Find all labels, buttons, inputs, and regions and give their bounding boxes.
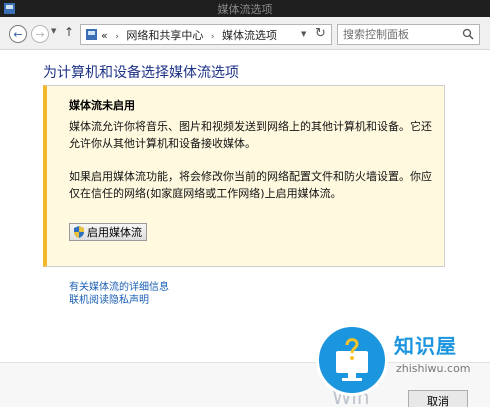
arrow-left-icon: ← <box>13 27 23 41</box>
info-heading: 媒体流未启用 <box>69 99 135 112</box>
privacy-statement-link[interactable]: 联机阅读隐私声明 <box>69 291 149 306</box>
recent-pages-dropdown[interactable]: ▼ <box>51 27 56 35</box>
forward-button[interactable]: → <box>31 25 49 43</box>
window-title: 媒体流选项 <box>217 3 273 16</box>
page-title: 为计算机和设备选择媒体流选项 <box>43 65 239 81</box>
breadcrumb-media-streaming[interactable]: 媒体流选项 <box>222 29 277 42</box>
title-bar: 媒体流选项 <box>0 0 490 17</box>
info-description: 媒体流允许你将音乐、图片和视频发送到网络上的其他计算机和设备。它还允许你从其他计… <box>69 120 432 150</box>
breadcrumb: « › 网络和共享中心 › 媒体流选项 <box>101 27 277 43</box>
chevron-right-icon: › <box>210 32 215 42</box>
watermark-brand: 知识屋 <box>394 334 457 358</box>
address-dropdown[interactable]: ▼ <box>301 30 306 38</box>
navigation-bar: ← → ▼ ↑ « › 网络和共享中心 › 媒体流选项 ▼ ↻ <box>0 17 490 50</box>
arrow-right-icon: → <box>35 27 45 41</box>
enable-button-label: 启用媒体流 <box>87 226 142 239</box>
search-input[interactable] <box>343 27 458 42</box>
question-monitor-icon <box>336 338 368 381</box>
up-button[interactable]: ↑ <box>64 25 74 39</box>
address-bar[interactable]: « › 网络和共享中心 › 媒体流选项 ▼ ↻ <box>80 24 332 45</box>
chevron-right-icon: › <box>115 32 119 42</box>
control-panel-icon <box>86 29 97 40</box>
breadcrumb-network-center[interactable]: 网络和共享中心 <box>126 29 203 42</box>
search-box <box>337 24 480 45</box>
info-warning: 如果启用媒体流功能，将会修改你当前的网络配置文件和防火墙设置。你应仅在信任的网络… <box>69 170 432 200</box>
shield-icon <box>74 226 84 238</box>
info-panel: 媒体流未启用 媒体流允许你将音乐、图片和视频发送到网络上的其他计算机和设备。它还… <box>43 85 445 267</box>
watermark: 知识屋 zhishiwu.com <box>316 324 480 396</box>
enable-media-streaming-button[interactable]: 启用媒体流 <box>69 223 147 241</box>
watermark-url: zhishiwu.com <box>396 362 471 375</box>
refresh-button[interactable]: ↻ <box>315 26 326 41</box>
search-icon[interactable] <box>462 28 474 40</box>
breadcrumb-overflow[interactable]: « <box>101 29 108 42</box>
watermark-logo-icon <box>316 324 388 396</box>
back-button[interactable]: ← <box>9 25 27 43</box>
